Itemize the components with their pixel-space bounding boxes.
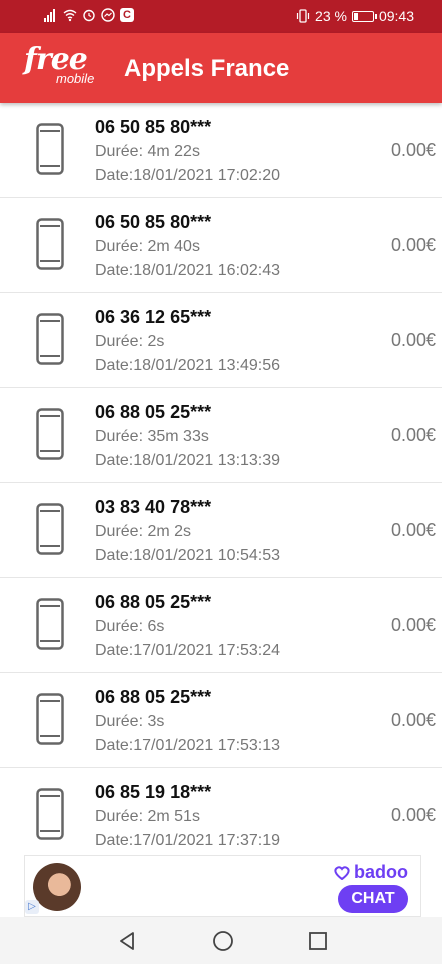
recents-icon[interactable]	[306, 929, 330, 953]
status-icons-right: 23 % 09:43	[296, 8, 414, 24]
smartphone-icon	[36, 598, 64, 650]
badoo-logo: badoo	[334, 862, 408, 883]
messenger-icon	[101, 8, 115, 22]
call-row[interactable]: 06 88 05 25*** Durée: 6s Date:17/01/2021 1…	[0, 578, 442, 673]
call-date: Date:18/01/2021 13:49:56	[95, 357, 281, 374]
call-row[interactable]: 06 50 85 80*** Durée: 2m 40s Date:18/01/20…	[0, 198, 442, 293]
call-date: Date:17/01/2021 17:37:19	[95, 832, 281, 849]
call-list[interactable]: 06 50 85 80*** Durée: 4m 22s Date:18/01/20…	[0, 103, 442, 855]
status-bar: C 23 % 09:43	[0, 0, 442, 33]
call-number: 06 88 05 25***	[95, 687, 212, 707]
smartphone-icon	[36, 408, 64, 460]
call-date: Date:17/01/2021 17:53:24	[95, 642, 281, 659]
call-number: 06 50 85 80***	[95, 117, 212, 137]
wifi-icon	[63, 9, 77, 22]
call-number: 06 36 12 65***	[95, 307, 212, 327]
call-price: 0.00€	[390, 615, 436, 635]
battery-icon	[351, 10, 377, 22]
call-duration: Durée: 2m 2s	[95, 523, 192, 540]
app-notification-icon: C	[120, 8, 134, 22]
call-date: Date:18/01/2021 10:54:53	[95, 547, 281, 564]
free-mobile-logo: free mobile	[24, 42, 104, 88]
call-number: 06 88 05 25***	[95, 402, 212, 422]
smartphone-icon	[36, 218, 64, 270]
call-price: 0.00€	[390, 520, 436, 540]
logo-mobile-text: mobile	[56, 71, 95, 86]
clock: 09:43	[378, 8, 414, 24]
call-date: Date:17/01/2021 17:53:13	[95, 737, 281, 754]
call-duration: Durée: 35m 33s	[95, 428, 209, 445]
heart-icon	[334, 865, 350, 880]
smartphone-icon	[36, 788, 64, 840]
ad-info-icon[interactable]: ▷	[25, 900, 39, 914]
chat-button[interactable]: CHAT	[338, 885, 408, 913]
call-price: 0.00€	[390, 710, 436, 730]
page-title: Appels France	[124, 55, 290, 82]
ad-avatar	[33, 863, 81, 911]
call-number: 06 50 85 80***	[95, 212, 212, 232]
call-row[interactable]: 06 85 19 18*** Durée: 2m 51s Date:17/01/20…	[0, 768, 442, 855]
call-number: 06 85 19 18***	[95, 782, 212, 802]
call-duration: Durée: 6s	[95, 618, 165, 635]
back-icon[interactable]	[115, 929, 139, 953]
call-price: 0.00€	[390, 425, 436, 445]
call-row[interactable]: 03 83 40 78*** Durée: 2m 2s Date:18/01/202…	[0, 483, 442, 578]
call-date: Date:18/01/2021 13:13:39	[95, 452, 281, 469]
call-number: 03 83 40 78***	[95, 497, 212, 517]
call-row[interactable]: 06 88 05 25*** Durée: 35m 33s Date:18/01/2…	[0, 388, 442, 483]
smartphone-icon	[36, 123, 64, 175]
status-icons-left: C	[44, 8, 134, 22]
call-duration: Durée: 4m 22s	[95, 143, 200, 160]
smartphone-icon	[36, 693, 64, 745]
call-duration: Durée: 3s	[95, 713, 165, 730]
signal-icon	[44, 8, 58, 22]
ad-banner[interactable]: ▷ badoo CHAT	[24, 855, 421, 917]
vibrate-icon	[296, 9, 310, 23]
call-row[interactable]: 06 88 05 25*** Durée: 3s Date:17/01/2021 1…	[0, 673, 442, 768]
navigation-bar	[0, 917, 442, 964]
call-date: Date:18/01/2021 17:02:20	[95, 167, 281, 184]
call-duration: Durée: 2m 51s	[95, 808, 200, 825]
call-price: 0.00€	[390, 140, 436, 160]
app-bar: free mobile Appels France	[0, 33, 442, 103]
call-price: 0.00€	[390, 805, 436, 825]
call-row[interactable]: 06 50 85 80*** Durée: 4m 22s Date:18/01/20…	[0, 103, 442, 198]
alarm-icon	[83, 9, 95, 22]
call-price: 0.00€	[390, 330, 436, 350]
badoo-brand: badoo	[354, 862, 408, 882]
home-icon[interactable]	[211, 929, 235, 953]
smartphone-icon	[36, 313, 64, 365]
call-row[interactable]: 06 36 12 65*** Durée: 2s Date:18/01/2021 1…	[0, 293, 442, 388]
battery-percent: 23 %	[315, 8, 347, 24]
call-duration: Durée: 2s	[95, 333, 165, 350]
call-date: Date:18/01/2021 16:02:43	[95, 262, 281, 279]
call-number: 06 88 05 25***	[95, 592, 212, 612]
call-price: 0.00€	[390, 235, 436, 255]
call-duration: Durée: 2m 40s	[95, 238, 200, 255]
smartphone-icon	[36, 503, 64, 555]
